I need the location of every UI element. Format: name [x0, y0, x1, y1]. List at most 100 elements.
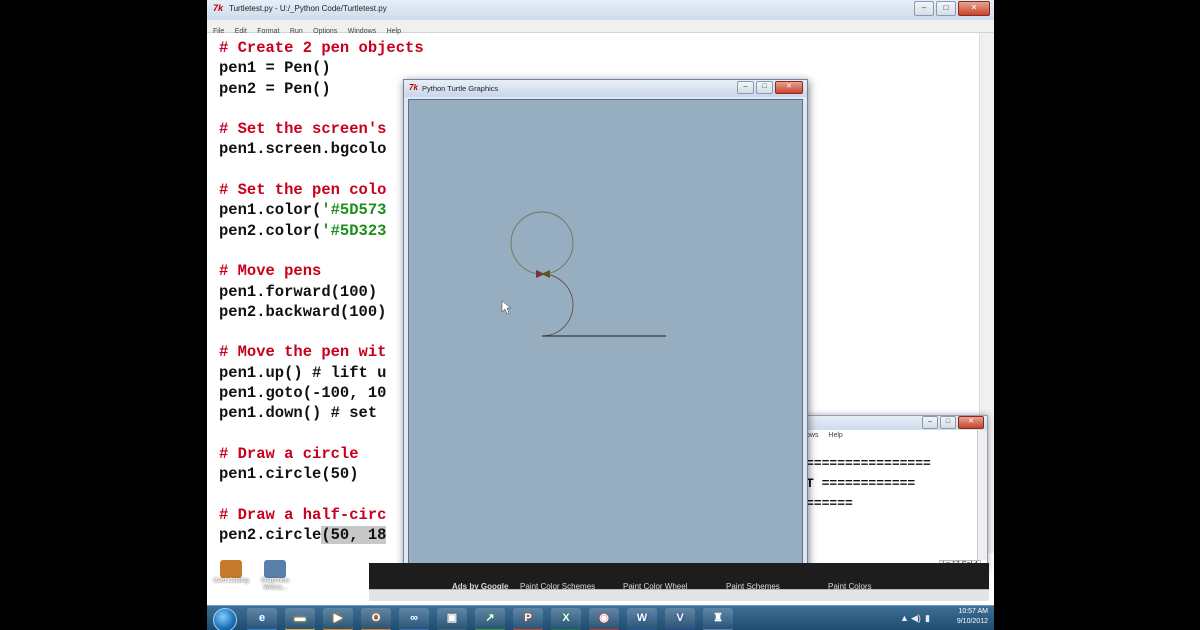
taskbar-powerpoint-button[interactable]: P: [513, 608, 543, 630]
mouse-cursor-icon: [501, 300, 512, 315]
turtle-canvas[interactable]: [408, 99, 803, 571]
record-icon: ◉: [599, 612, 609, 624]
menu-edit[interactable]: Edit: [235, 26, 247, 38]
code-text: pen2.circle: [219, 526, 322, 545]
screen-icon: ▣: [446, 612, 458, 624]
desktop-icon-snapshots[interactable]: Snapshots Webca...: [253, 560, 297, 592]
shell-output: ================ T ============ ======: [806, 454, 931, 514]
word-icon: W: [636, 612, 648, 624]
link-icon: ∞: [410, 612, 418, 624]
menu-run[interactable]: Run: [290, 26, 303, 38]
maximize-button[interactable]: □: [756, 81, 773, 94]
turtle-drawing: [501, 211, 666, 337]
turtle-graphics-window: 7k Python Turtle Graphics – □ ✕: [403, 79, 808, 574]
taskbar-record-button[interactable]: ◉: [589, 608, 619, 630]
string-literal: '#5D573: [321, 201, 387, 220]
menu-windows[interactable]: Windows: [348, 26, 376, 38]
close-button[interactable]: ✕: [958, 1, 990, 16]
code-line: # Create 2 pen objects: [219, 39, 424, 57]
close-button[interactable]: ✕: [958, 416, 984, 429]
excel-icon: X: [562, 612, 570, 624]
code-text: pen2.color(: [219, 221, 322, 240]
taskbar-outlook-button[interactable]: O: [361, 608, 391, 630]
code-line: pen2.backward(100): [219, 302, 387, 321]
shell-line: ================: [806, 456, 931, 471]
browser-horizontal-scrollbar[interactable]: [369, 589, 989, 601]
taskbar-link-button[interactable]: ∞: [399, 608, 429, 630]
menu-format[interactable]: Format: [257, 26, 279, 38]
turtle-window-title: Python Turtle Graphics: [422, 84, 499, 93]
code-line: pen2.color('#5D323: [219, 221, 424, 241]
media-player-icon: ▶: [333, 612, 343, 624]
minimize-button[interactable]: –: [922, 416, 938, 429]
pen2-half-circle: [541, 273, 574, 337]
tk-logo-icon: 7k: [409, 83, 418, 92]
string-literal: '#5D323: [321, 221, 387, 240]
shell-titlebar[interactable]: – □ ✕: [806, 416, 987, 430]
code-line: pen1.circle(50): [219, 465, 359, 484]
taskbar-excel-button[interactable]: X: [551, 608, 581, 630]
webcam-icon: [264, 560, 286, 578]
maximize-button[interactable]: □: [940, 416, 956, 429]
code-text: pen1.color(: [219, 201, 322, 220]
desktop-icon-label: Card Catalog: [213, 578, 249, 584]
powerpoint-icon: P: [524, 612, 532, 624]
selected-text: (50, 18: [321, 526, 387, 545]
python-icon: ♜: [713, 612, 723, 624]
code-line: pen1.color('#5D573: [219, 200, 424, 220]
minimize-button[interactable]: –: [737, 81, 754, 94]
shell-menubar: ows Help: [806, 432, 987, 443]
taskbar-graph-button[interactable]: ↗: [475, 608, 505, 630]
volume-icon[interactable]: ◀): [911, 613, 921, 624]
taskbar-v-app-button[interactable]: V: [665, 608, 695, 630]
taskbar-word-button[interactable]: W: [627, 608, 657, 630]
minimize-button[interactable]: –: [914, 1, 934, 16]
turtle-titlebar[interactable]: 7k Python Turtle Graphics – □ ✕: [404, 80, 807, 97]
desktop-screen: 7k Turtletest.py - U:/_Python Code/Turtl…: [207, 0, 994, 630]
close-button[interactable]: ✕: [775, 81, 803, 94]
editor-titlebar[interactable]: 7k Turtletest.py - U:/_Python Code/Turtl…: [207, 0, 994, 21]
code-line: pen2.circle(50, 18: [219, 525, 424, 545]
code-line: # Move pens: [219, 262, 322, 281]
editor-menubar: File Edit Format Run Options Windows Hel…: [207, 20, 994, 35]
taskbar-screen-button[interactable]: ▣: [437, 608, 467, 630]
code-line: # Draw a half-circ: [219, 505, 387, 524]
menu-file[interactable]: File: [213, 26, 224, 38]
tk-logo-icon: 7k: [213, 3, 224, 13]
desktop-icon-card-catalog[interactable]: Card Catalog: [209, 560, 253, 585]
code-line: pen1.down() # set: [219, 404, 387, 423]
code-line: pen1.screen.bgcolo: [219, 140, 387, 159]
menu-help[interactable]: Help: [828, 432, 842, 439]
outlook-icon: O: [371, 612, 381, 624]
taskbar-ie-button[interactable]: e: [247, 608, 277, 630]
clock-date[interactable]: 9/10/2012: [957, 618, 988, 625]
maximize-button[interactable]: □: [936, 1, 956, 16]
code-editor[interactable]: # Create 2 pen objects pen1 = Pen() pen2…: [219, 38, 424, 545]
desktop-icon-label: Snapshots Webca...: [260, 578, 290, 591]
taskbar-media-player-button[interactable]: ▶: [323, 608, 353, 630]
code-line: pen1.forward(100): [219, 282, 378, 301]
menu-help[interactable]: Help: [387, 26, 401, 38]
card-catalog-icon: [220, 560, 242, 578]
network-icon[interactable]: ▮: [925, 613, 930, 624]
menu-options[interactable]: Options: [313, 26, 337, 38]
graph-icon: ↗: [485, 612, 495, 624]
start-button[interactable]: [213, 608, 237, 630]
taskbar-folder-button[interactable]: ▬: [285, 608, 315, 630]
v-app-icon: V: [676, 612, 684, 624]
shell-scrollbar[interactable]: [977, 430, 987, 560]
clock-time[interactable]: 10:57 AM: [958, 608, 988, 615]
ie-icon: e: [258, 612, 266, 624]
code-line: pen1 = Pen(): [219, 59, 331, 78]
shell-line: T ============: [806, 476, 916, 491]
taskbar-python-button[interactable]: ♜: [703, 608, 733, 630]
code-line: # Set the screen's: [219, 120, 387, 139]
code-line: pen1.goto(-100, 10: [219, 384, 387, 403]
chevron-up-icon[interactable]: ▲: [900, 613, 909, 623]
python-shell-window: – □ ✕ ows Help ================ T =======…: [805, 415, 988, 572]
